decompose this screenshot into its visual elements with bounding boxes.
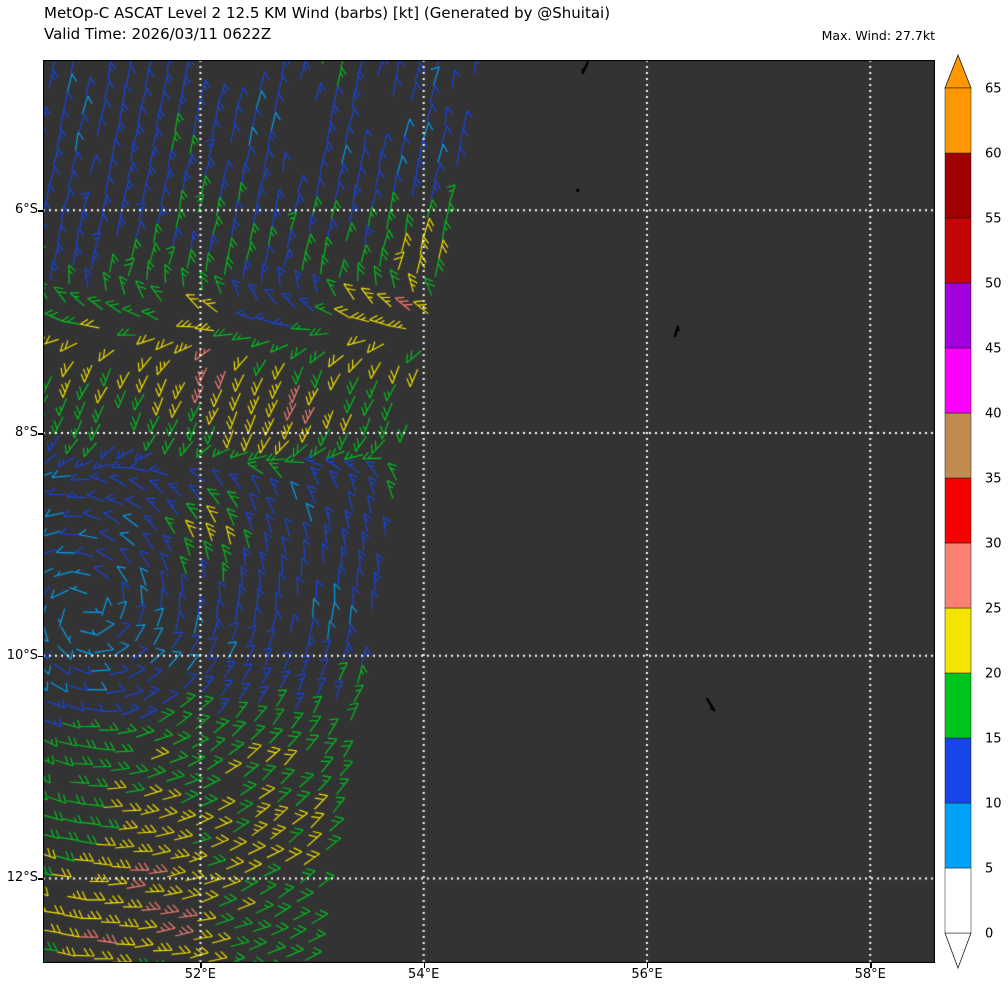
colorbar-tick-label: 40 bbox=[985, 407, 1002, 422]
x-tick-label: 54°E bbox=[408, 967, 440, 982]
x-tick-mark bbox=[870, 963, 872, 968]
colorbar-tick-label: 65 bbox=[985, 82, 1002, 97]
colorbar-tick-label: 20 bbox=[985, 667, 1002, 682]
x-tick-label: 56°E bbox=[631, 967, 663, 982]
y-tick-mark bbox=[38, 655, 43, 658]
wind-barb-map bbox=[43, 60, 935, 963]
plot-title: MetOp-C ASCAT Level 2 12.5 KM Wind (barb… bbox=[44, 4, 611, 22]
colorbar-segment bbox=[944, 802, 972, 869]
x-tick-label: 52°E bbox=[184, 967, 217, 982]
y-tick-label: 10°S bbox=[6, 647, 38, 663]
colorbar-tick-label: 25 bbox=[985, 602, 1002, 617]
y-tick-mark bbox=[38, 433, 43, 435]
y-tick-mark bbox=[38, 210, 43, 212]
colorbar-tick-label: 10 bbox=[985, 797, 1002, 812]
colorbar-segment bbox=[944, 542, 972, 609]
colorbar-tick-label: 55 bbox=[985, 212, 1002, 227]
colorbar-segment bbox=[944, 152, 972, 219]
colorbar-segment bbox=[944, 412, 972, 479]
x-tick-mark bbox=[646, 963, 649, 968]
colorbar-tick-label: 50 bbox=[985, 277, 1002, 292]
colorbar-under-arrow bbox=[944, 932, 972, 970]
y-tick-label: 12°S bbox=[6, 870, 38, 886]
colorbar-segment bbox=[944, 477, 972, 544]
colorbar-tick-label: 0 bbox=[985, 927, 993, 942]
colorbar-tick-label: 60 bbox=[985, 147, 1002, 162]
x-tick-mark bbox=[423, 963, 426, 968]
colorbar-segment bbox=[944, 737, 972, 804]
colorbar-segment bbox=[944, 282, 972, 349]
colorbar-tick-label: 30 bbox=[985, 537, 1002, 552]
colorbar-segment bbox=[944, 347, 972, 414]
figure: MetOp-C ASCAT Level 2 12.5 KM Wind (barb… bbox=[0, 0, 1008, 990]
colorbar-segment bbox=[944, 672, 972, 739]
y-tick-mark bbox=[38, 878, 43, 880]
colorbar-tick-label: 5 bbox=[985, 862, 993, 877]
valid-time-label: Valid Time: 2026/03/11 0622Z bbox=[44, 25, 272, 43]
colorbar-tick-label: 15 bbox=[985, 732, 1002, 747]
colorbar-segment bbox=[944, 867, 972, 934]
colorbar-segment bbox=[944, 607, 972, 674]
x-tick-label: 58°E bbox=[854, 967, 886, 982]
colorbar-segment bbox=[944, 217, 972, 284]
y-tick-label: 6°S bbox=[14, 202, 38, 218]
colorbar-tick-label: 45 bbox=[985, 342, 1002, 357]
y-tick-label: 8°S bbox=[14, 425, 38, 440]
colorbar-over-arrow bbox=[944, 53, 972, 89]
colorbar-segment bbox=[944, 87, 972, 154]
colorbar: 0 5 10 15 20 25 30 35 40 45 50 55 60 65 bbox=[944, 53, 1002, 970]
max-wind-label: Max. Wind: 27.7kt bbox=[821, 28, 935, 43]
x-tick-mark bbox=[200, 963, 202, 968]
colorbar-tick-label: 35 bbox=[985, 472, 1002, 487]
